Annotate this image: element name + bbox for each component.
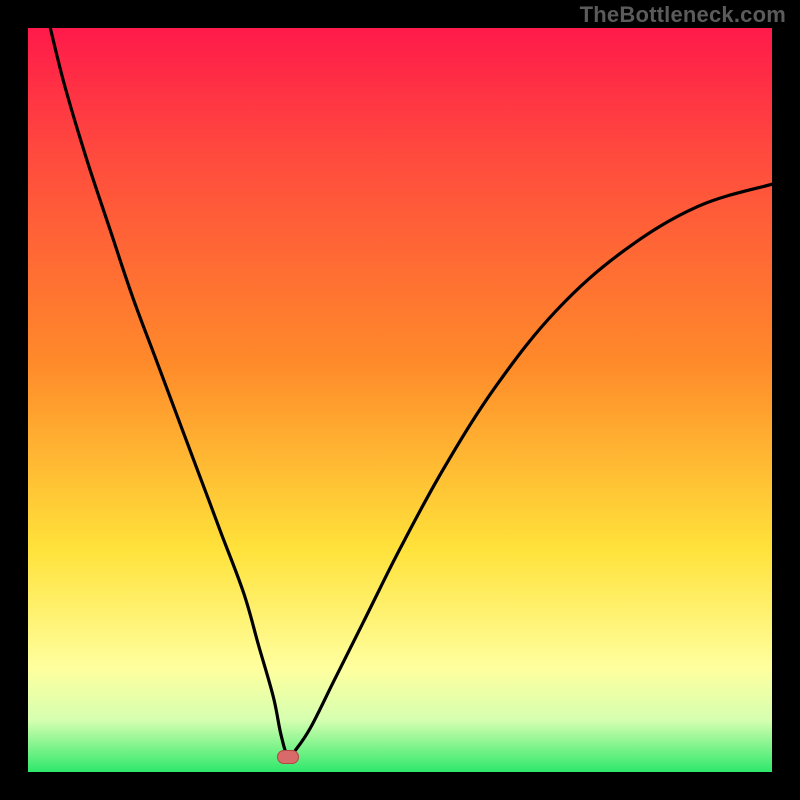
bottleneck-curve (28, 28, 772, 772)
optimal-point-marker (277, 750, 299, 764)
plot-frame (28, 28, 772, 772)
watermark-text: TheBottleneck.com (580, 2, 786, 28)
plot-area (28, 28, 772, 772)
chart-stage: TheBottleneck.com (0, 0, 800, 800)
